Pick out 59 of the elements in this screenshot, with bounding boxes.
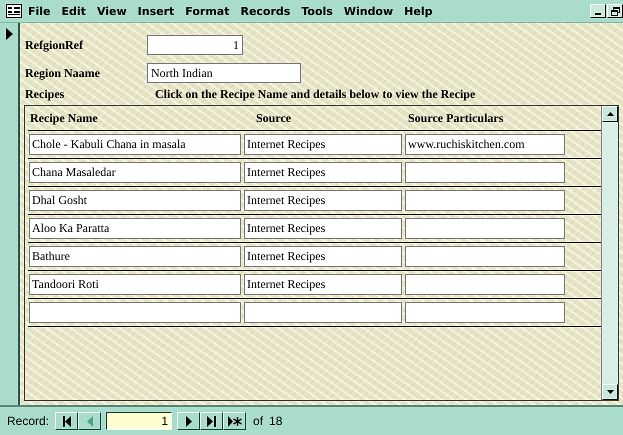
source-field[interactable]: Internet Recipes	[244, 274, 402, 295]
restore-button[interactable]	[607, 4, 623, 18]
next-record-button[interactable]	[177, 412, 200, 430]
section-label: Recipes	[25, 86, 66, 102]
source-field[interactable]: Internet Recipes	[244, 134, 402, 155]
source-particulars-field[interactable]	[405, 274, 565, 295]
record-label: Record:	[7, 414, 50, 428]
scroll-up-button[interactable]	[602, 106, 618, 122]
menu-item[interactable]: Insert	[138, 4, 174, 18]
field-label: Region Naame	[25, 66, 101, 80]
form-icon[interactable]	[6, 4, 22, 18]
recipe-name-field[interactable]: Dhal Gosht	[29, 190, 241, 211]
column-header: Recipe Name	[29, 110, 99, 126]
column-header: Source	[255, 110, 292, 126]
source-particulars-field[interactable]	[405, 302, 565, 323]
column-header: Source Particulars	[407, 110, 504, 126]
up-arrow-icon	[606, 112, 614, 116]
scroll-down-button[interactable]	[602, 384, 618, 400]
text-field[interactable]: 1	[147, 35, 243, 55]
source-field[interactable]: Internet Recipes	[244, 162, 402, 183]
source-particulars-field[interactable]	[405, 218, 565, 239]
instruction-text: Click on the Recipe Name and details below to view the Recipe	[155, 86, 476, 102]
field-label: RefgionRef	[25, 38, 84, 52]
vertical-scrollbar[interactable]	[601, 106, 618, 400]
first-record-button[interactable]	[55, 412, 78, 430]
recipe-name-field[interactable]: Aloo Ka Paratta	[29, 218, 241, 239]
current-record-icon	[6, 28, 12, 40]
recipe-name-field[interactable]: Chole - Kabuli Chana in masala	[29, 134, 241, 155]
last-record-icon	[204, 416, 219, 426]
menu-item[interactable]: Tools	[301, 4, 333, 18]
restore-icon	[610, 6, 620, 16]
source-field[interactable]	[244, 302, 402, 323]
record-count: 18	[269, 414, 282, 428]
source-particulars-field[interactable]	[405, 162, 565, 183]
menu-item[interactable]: Window	[344, 4, 394, 18]
source-particulars-field[interactable]: www.ruchiskitchen.com	[405, 134, 565, 155]
recipe-name-field[interactable]: Tandoori Roti	[29, 274, 241, 295]
menu-item[interactable]: Records	[240, 4, 290, 18]
of-label: of	[253, 414, 264, 428]
menu-item[interactable]: File	[28, 4, 51, 18]
new-record-button[interactable]	[223, 412, 246, 430]
source-particulars-field[interactable]	[405, 190, 565, 211]
text-field[interactable]: North Indian	[147, 63, 301, 83]
recipe-name-field[interactable]: Bathure	[29, 246, 241, 267]
new-record-icon	[228, 416, 242, 426]
recipe-name-field[interactable]: Chana Masaledar	[29, 162, 241, 183]
source-field[interactable]: Internet Recipes	[244, 218, 402, 239]
minimize-button[interactable]	[590, 4, 606, 18]
menu-item[interactable]: View	[96, 4, 127, 18]
menu-item[interactable]: Edit	[62, 4, 86, 18]
recipe-name-field[interactable]	[29, 302, 241, 323]
menu-item[interactable]: Help	[404, 4, 432, 18]
menu-item[interactable]: Format	[185, 4, 230, 18]
last-record-button[interactable]	[200, 412, 224, 430]
source-field[interactable]: Internet Recipes	[244, 190, 402, 211]
source-field[interactable]: Internet Recipes	[244, 246, 402, 267]
source-particulars-field[interactable]	[405, 246, 565, 267]
down-arrow-icon	[606, 390, 614, 394]
record-number-field[interactable]: 1	[106, 412, 172, 430]
